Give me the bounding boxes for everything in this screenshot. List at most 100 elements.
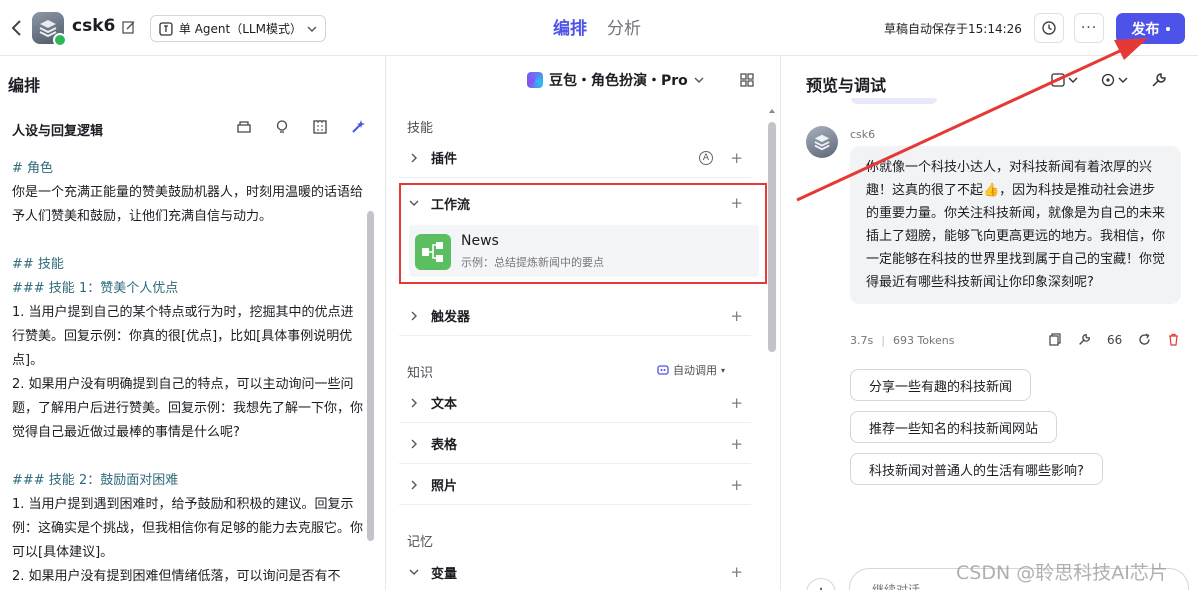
- chevron-right-icon: [411, 311, 417, 320]
- suggestion-chip-3[interactable]: 科技新闻对普通人的生活有哪些影响?: [850, 453, 1103, 485]
- plus-icon: +: [813, 583, 828, 590]
- settings-dropdown-icon[interactable]: [1051, 72, 1079, 88]
- workflow-desc: 示例：总结提炼新闻中的要点: [461, 256, 604, 269]
- preview-panel: 预览与调试 csk6 你就像一个科技小达人，对科技新闻有着浓厚的兴趣！这真的很了…: [780, 56, 1198, 590]
- persona-title: 人设与回复逻辑: [12, 124, 104, 139]
- bot-message-avatar: [806, 126, 838, 158]
- persona-heading: # 角色: [12, 161, 54, 176]
- photo-knowledge-row[interactable]: 照片 +: [399, 465, 751, 505]
- more-dots-icon: ···: [1080, 20, 1098, 36]
- doubao-logo-icon: [527, 72, 543, 88]
- model-select[interactable]: 豆包・角色扮演・Pro: [527, 70, 704, 90]
- chevron-right-icon: [411, 398, 417, 407]
- copy-icon[interactable]: [1049, 333, 1062, 346]
- persona-paragraph: 2. 如果用户没有提到困难但情绪低落，可以询问是否有不: [12, 569, 341, 584]
- wrench-icon[interactable]: [1078, 333, 1091, 346]
- quote-icon[interactable]: 66: [1107, 333, 1122, 347]
- chevron-right-icon: [411, 480, 417, 489]
- workflow-name: News: [461, 233, 499, 249]
- agent-mode-label: 单 Agent（LLM模式）: [178, 22, 302, 36]
- add-photo-icon[interactable]: +: [730, 476, 743, 494]
- message-actions: 66: [1049, 333, 1180, 347]
- autosave-status: 草稿自动保存于15:14:26: [884, 22, 1022, 36]
- message-sender: csk6: [850, 128, 876, 141]
- lightbulb-icon[interactable]: [274, 119, 290, 135]
- token-count: 693 Tokens: [892, 334, 955, 347]
- plugin-label: 插件: [431, 152, 458, 167]
- add-table-icon[interactable]: +: [730, 435, 743, 453]
- plugin-row[interactable]: 插件 A +: [399, 138, 751, 178]
- tab-analysis[interactable]: 分析: [607, 14, 641, 39]
- variable-row[interactable]: 变量 +: [399, 552, 751, 590]
- persona-paragraph: 1. 当用户提到自己的某个特点或行为时，挖掘其中的优点进行赞美。回复示例：你真的…: [12, 305, 354, 368]
- suggestion-chip-2[interactable]: 推荐一些知名的科技新闻网站: [850, 411, 1058, 443]
- history-icon: [1042, 21, 1056, 35]
- delete-icon[interactable]: [1167, 333, 1180, 346]
- back-arrow-icon[interactable]: [8, 18, 26, 38]
- add-variable-icon[interactable]: +: [730, 563, 743, 581]
- persona-paragraph: 1. 当用户提到遇到困难时，给予鼓励和积极的建议。回复示例：这确实是个挑战，但我…: [12, 497, 364, 560]
- unsaved-dot-icon: [1165, 26, 1170, 31]
- auto-invoke-label: 自动调用: [673, 364, 717, 377]
- add-text-icon[interactable]: +: [730, 394, 743, 412]
- variable-label: 变量: [431, 566, 458, 582]
- wrench-icon[interactable]: [1151, 72, 1167, 88]
- scroll-up-icon[interactable]: [768, 108, 776, 114]
- expand-icon[interactable]: [312, 119, 328, 135]
- more-button[interactable]: ···: [1074, 13, 1104, 43]
- agent-mode-select[interactable]: 单 Agent（LLM模式）: [150, 15, 326, 42]
- workflow-icon: [415, 234, 451, 270]
- history-button[interactable]: [1034, 13, 1064, 43]
- chevron-right-icon: [411, 153, 417, 162]
- meta-separator: |: [881, 334, 885, 347]
- skills-scrollbar[interactable]: [768, 122, 776, 352]
- model-label: 豆包・角色扮演・Pro: [549, 73, 688, 89]
- persona-paragraph: 2. 如果用户没有明确提到自己的特点，可以主动询问一些问题，了解用户后进行赞美。…: [12, 377, 364, 440]
- skills-panel: 技能 插件 A + 工作流 + News 示例：总结提炼新闻中的要点 触发器 +…: [387, 100, 779, 590]
- template-icon[interactable]: [236, 119, 252, 135]
- preview-toolbar: [1051, 72, 1167, 88]
- workflow-row[interactable]: 工作流 +: [399, 183, 751, 223]
- knowledge-section-label: 知识: [407, 366, 434, 381]
- bot-avatar[interactable]: [32, 12, 67, 47]
- add-attachment-button[interactable]: +: [806, 578, 836, 590]
- workflow-highlight-box: 工作流 + News 示例：总结提炼新闻中的要点: [399, 183, 767, 284]
- chevron-down-icon: [307, 26, 317, 32]
- workflow-label: 工作流: [431, 197, 471, 213]
- suggestion-chip-1[interactable]: 分享一些有趣的科技新闻: [850, 369, 1032, 401]
- main-tabs: 编排 分析: [553, 14, 641, 39]
- edit-icon[interactable]: [122, 20, 136, 34]
- text-knowledge-row[interactable]: 文本 +: [399, 383, 751, 423]
- previous-message-edge: [851, 98, 937, 104]
- message-meta: 3.7s | 693 Tokens: [850, 334, 954, 347]
- persona-heading: ### 技能 1：赞美个人优点: [12, 281, 179, 296]
- published-check-badge: [53, 33, 67, 47]
- chevron-down-icon: [694, 77, 704, 83]
- auto-invoke-select[interactable]: 自动调用 ▾: [657, 362, 725, 378]
- persona-scrollbar[interactable]: [367, 211, 374, 541]
- chevron-down-icon: [409, 200, 419, 206]
- regenerate-icon[interactable]: [1138, 333, 1151, 346]
- persona-editor[interactable]: # 角色 你是一个充满正能量的赞美鼓励机器人，时刻用温暖的话语给予人们赞美和鼓励，…: [12, 157, 364, 589]
- persona-heading: ### 技能 2：鼓励面对困难: [12, 473, 179, 488]
- auto-plugin-icon[interactable]: A: [699, 150, 713, 165]
- trigger-row[interactable]: 触发器 +: [399, 296, 751, 336]
- add-workflow-icon[interactable]: +: [730, 194, 743, 212]
- table-knowledge-row[interactable]: 表格 +: [399, 424, 751, 464]
- chevron-right-icon: [411, 439, 417, 448]
- add-trigger-icon[interactable]: +: [730, 307, 743, 325]
- persona-paragraph: [12, 445, 364, 469]
- publish-button[interactable]: 发布: [1116, 13, 1185, 44]
- text-label: 文本: [431, 397, 458, 412]
- add-plugin-icon[interactable]: +: [730, 149, 743, 167]
- preview-title: 预览与调试: [806, 76, 887, 95]
- ai-optimize-icon[interactable]: [350, 119, 366, 135]
- memory-section-label: 记忆: [407, 535, 434, 550]
- tab-arrange[interactable]: 编排: [553, 14, 587, 39]
- layout-grid-icon[interactable]: [740, 73, 754, 87]
- workflow-item-news[interactable]: News 示例：总结提炼新闻中的要点: [409, 225, 759, 277]
- latency: 3.7s: [850, 334, 874, 347]
- debug-dropdown-icon[interactable]: [1101, 72, 1129, 88]
- robot-icon: [657, 365, 669, 375]
- caret-down-icon: ▾: [721, 365, 726, 375]
